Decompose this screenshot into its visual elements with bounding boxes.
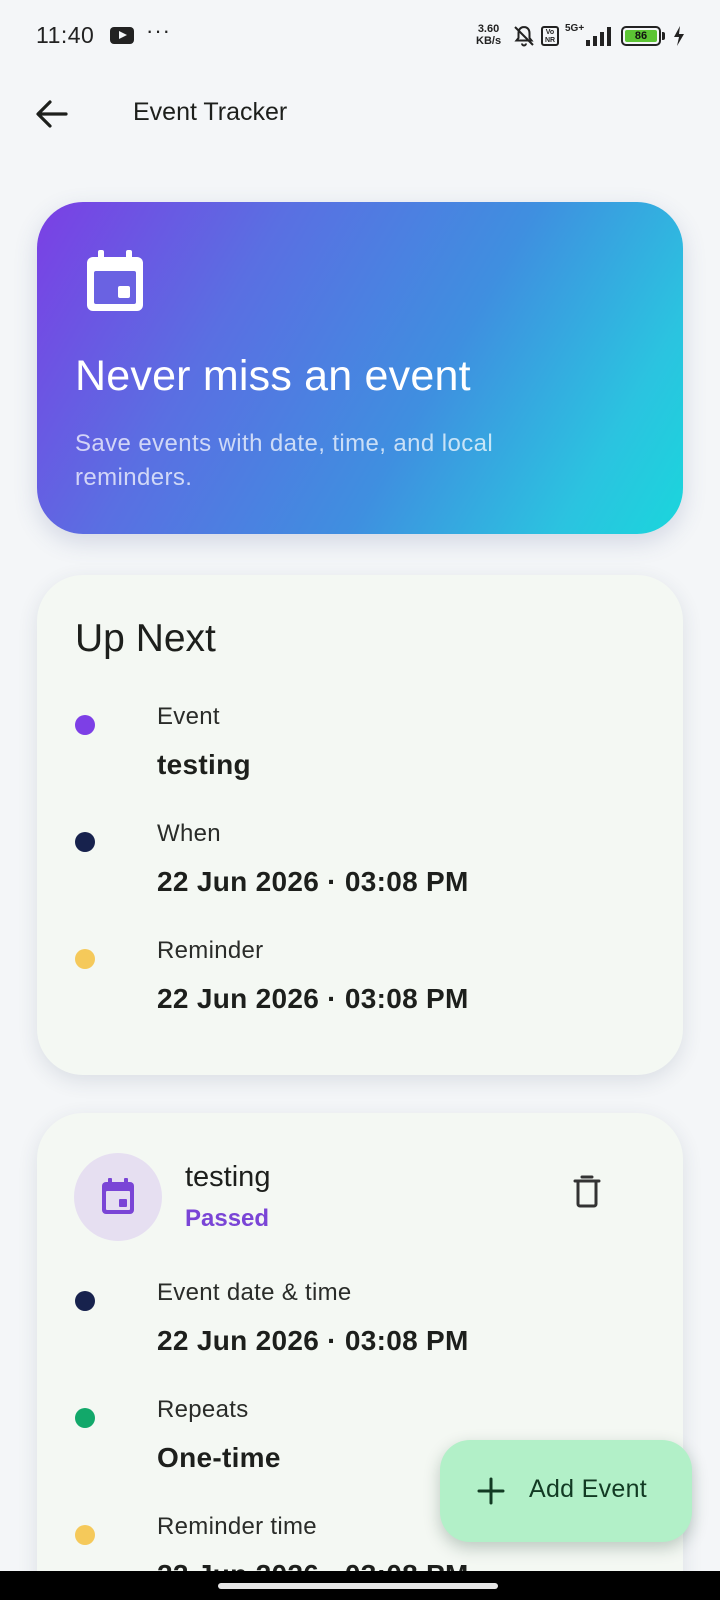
info-value: One-time (157, 1442, 281, 1473)
arrow-back-icon (36, 100, 68, 128)
info-label: Event date & time (157, 1279, 352, 1306)
info-value: testing (157, 749, 251, 780)
info-label: Reminder (157, 937, 264, 964)
system-nav-bar (0, 1571, 720, 1600)
calendar-icon (102, 1178, 134, 1214)
up-next-card: Up Next Event testing When 22 Jun 2026 ·… (37, 575, 683, 1075)
network-type: 5G+ (565, 23, 585, 34)
battery-level: 86 (625, 30, 657, 42)
network-speed-value: 3.60 (477, 23, 500, 35)
hero-banner: Never miss an event Save events with dat… (37, 202, 683, 534)
event-name: testing (185, 1161, 271, 1193)
add-event-button[interactable]: Add Event (440, 1440, 692, 1542)
battery-tip (662, 32, 665, 40)
status-time: 11:40 (36, 22, 95, 48)
plus-icon (477, 1477, 505, 1505)
add-event-label: Add Event (529, 1475, 648, 1503)
info-label: When (157, 820, 221, 847)
vonr-icon: Vo NR (541, 26, 559, 46)
hero-title: Never miss an event (75, 352, 471, 400)
more-notifications-icon: ··· (146, 18, 171, 43)
info-value: 22 Jun 2026 · 03:08 PM (157, 866, 469, 897)
trash-icon (573, 1175, 601, 1208)
info-value: 22 Jun 2026 · 03:08 PM (157, 983, 469, 1014)
network-speed: 3.60 KB/s (476, 23, 501, 47)
event-avatar (74, 1153, 162, 1241)
page-title: Event Tracker (133, 98, 288, 126)
repeats-dot (75, 1408, 95, 1428)
delete-button[interactable] (565, 1169, 609, 1213)
home-gesture-handle[interactable] (218, 1583, 498, 1589)
bell-muted-icon (514, 25, 534, 47)
charging-icon (674, 26, 684, 46)
info-label: Repeats (157, 1396, 249, 1423)
info-label: Event (157, 703, 220, 730)
when-dot (75, 832, 95, 852)
hero-subtitle: Save events with date, time, and local r… (75, 430, 494, 491)
reminder-dot (75, 949, 95, 969)
event-status-badge: Passed (185, 1205, 270, 1232)
signal-icon (586, 27, 611, 46)
up-next-title: Up Next (75, 617, 216, 660)
calendar-icon (87, 250, 143, 311)
status-bar: 11:40 ··· 3.60 KB/s Vo NR 5G+ 86 (0, 0, 720, 72)
datetime-dot (75, 1291, 95, 1311)
event-dot (75, 715, 95, 735)
info-label: Reminder time (157, 1513, 317, 1540)
info-value: 22 Jun 2026 · 03:08 PM (157, 1325, 469, 1356)
reminder-dot (75, 1525, 95, 1545)
network-speed-unit: KB/s (476, 35, 502, 47)
youtube-notification-icon (110, 27, 134, 44)
battery-icon: 86 (621, 26, 661, 46)
back-button[interactable] (30, 92, 74, 136)
